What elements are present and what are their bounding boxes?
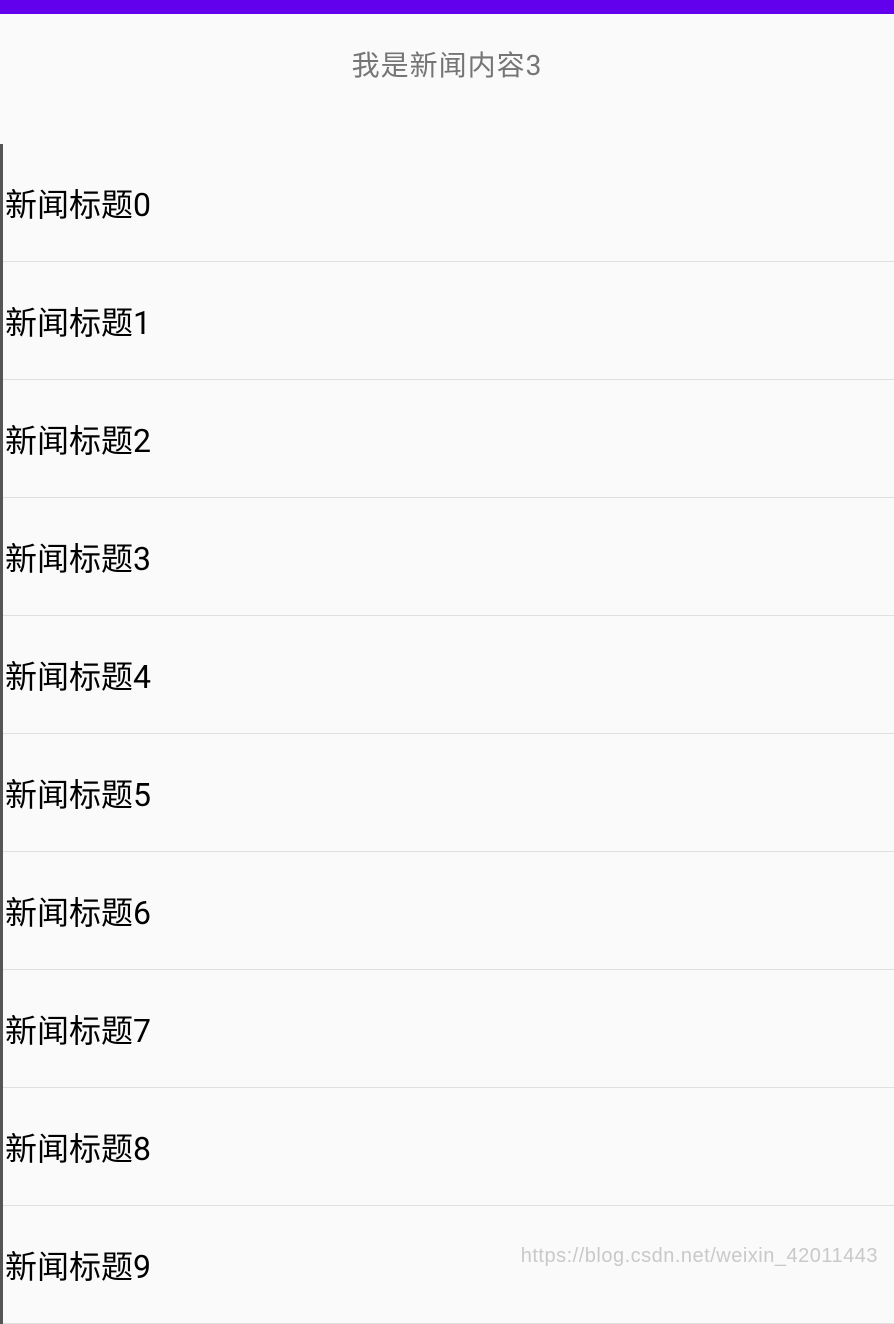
news-title: 新闻标题1 <box>5 298 151 344</box>
news-title: 新闻标题0 <box>5 180 151 226</box>
news-content-header: 我是新闻内容3 <box>0 14 894 144</box>
news-title: 新闻标题7 <box>5 1006 151 1052</box>
news-title: 新闻标题4 <box>5 652 151 698</box>
news-title: 新闻标题9 <box>5 1242 151 1288</box>
list-item[interactable]: 新闻标题2 <box>3 380 894 498</box>
list-item[interactable]: 新闻标题8 <box>3 1088 894 1206</box>
news-title: 新闻标题3 <box>5 534 151 580</box>
news-list[interactable]: 新闻标题0 新闻标题1 新闻标题2 新闻标题3 新闻标题4 新闻标题5 新闻标题… <box>0 144 894 1324</box>
list-item[interactable]: 新闻标题7 <box>3 970 894 1088</box>
news-content-label: 我是新闻内容3 <box>352 49 543 82</box>
list-item[interactable]: 新闻标题6 <box>3 852 894 970</box>
status-bar <box>0 0 894 14</box>
news-title: 新闻标题6 <box>5 888 151 934</box>
list-item[interactable]: 新闻标题1 <box>3 262 894 380</box>
list-item[interactable]: 新闻标题0 <box>3 144 894 262</box>
list-item[interactable]: 新闻标题4 <box>3 616 894 734</box>
list-item[interactable]: 新闻标题3 <box>3 498 894 616</box>
news-title: 新闻标题5 <box>5 770 151 816</box>
list-item[interactable]: 新闻标题9 <box>3 1206 894 1324</box>
news-title: 新闻标题2 <box>5 416 151 462</box>
news-title: 新闻标题8 <box>5 1124 151 1170</box>
list-item[interactable]: 新闻标题5 <box>3 734 894 852</box>
